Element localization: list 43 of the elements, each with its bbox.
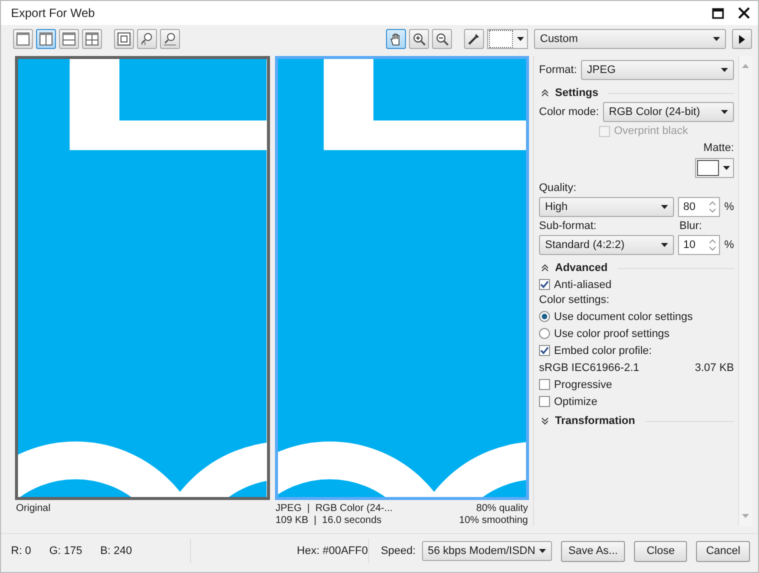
field-label: Blur: bbox=[679, 220, 702, 232]
preset-dropdown[interactable]: Custom bbox=[534, 29, 726, 49]
checkbox-label: Optimize bbox=[554, 396, 598, 408]
checkbox-label: Overprint black bbox=[614, 125, 688, 137]
field-label: Format: bbox=[539, 64, 577, 76]
dialog-button[interactable]: Cancel bbox=[696, 540, 750, 562]
section-title: Transformation bbox=[555, 415, 636, 427]
radio-label: Use color proof settings bbox=[554, 328, 670, 340]
checkbox-label: Embed color profile: bbox=[554, 344, 652, 356]
preview-caption: 80% quality bbox=[476, 503, 528, 516]
window-title: Export For Web bbox=[11, 6, 96, 20]
field-label: Speed: bbox=[380, 545, 416, 557]
section-title: Advanced bbox=[555, 262, 608, 274]
sub-format-dropdown[interactable]: Standard (4:2:2) bbox=[539, 235, 674, 255]
color-readout: R: 0 bbox=[11, 545, 32, 557]
field-label: Sub-format: bbox=[539, 220, 596, 232]
field-label: Color mode: bbox=[539, 106, 599, 118]
dialog-button[interactable]: Save As... bbox=[561, 540, 625, 562]
speed-dropdown[interactable]: 56 kbps Modem/ISDN bbox=[422, 541, 552, 561]
color-readout: B: 240 bbox=[100, 545, 132, 557]
field-label: Color settings: bbox=[539, 294, 610, 306]
unit-label: % bbox=[724, 239, 734, 251]
blur-spinbox[interactable]: 10 bbox=[678, 235, 720, 255]
dialog-button[interactable]: Close bbox=[634, 540, 688, 562]
hex-readout: Hex: #00AFF0 bbox=[296, 545, 368, 557]
profile-size: 3.07 KB bbox=[694, 362, 734, 374]
preview-caption: Original bbox=[16, 503, 50, 516]
field-label: Matte: bbox=[703, 142, 734, 154]
preview-caption: JPEG | RGB Color (24-... bbox=[276, 503, 393, 516]
profile-name: sRGB IEC61966-2.1 bbox=[539, 362, 640, 374]
checkbox-label: Anti-aliased bbox=[554, 278, 612, 290]
radio-label: Use document color settings bbox=[554, 310, 693, 322]
format-dropdown[interactable]: JPEG bbox=[580, 60, 734, 80]
field-label: Quality: bbox=[539, 182, 578, 194]
unit-label: % bbox=[724, 201, 734, 213]
color-readout: G: 175 bbox=[49, 545, 82, 557]
checkbox-label: Progressive bbox=[554, 378, 612, 390]
section-title: Settings bbox=[555, 87, 598, 99]
preview-caption: 10% smoothing bbox=[459, 515, 528, 528]
quality-spinbox[interactable]: 80 bbox=[678, 197, 720, 217]
quality-dropdown[interactable]: High bbox=[539, 197, 674, 217]
preview-caption: 109 KB | 16.0 seconds bbox=[276, 515, 383, 528]
color-mode-dropdown[interactable]: RGB Color (24-bit) bbox=[602, 102, 734, 122]
